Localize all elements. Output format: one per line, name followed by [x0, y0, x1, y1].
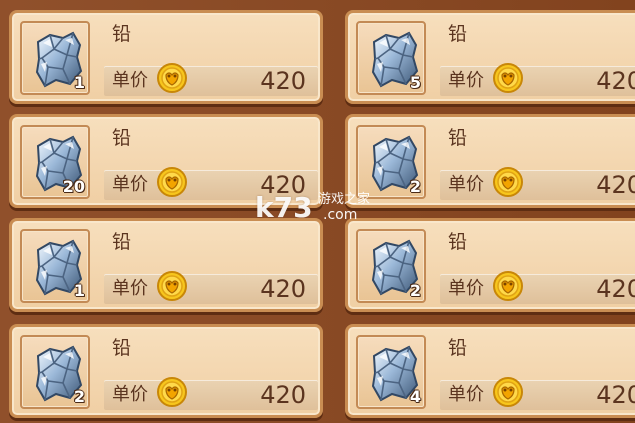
- price-bar: 单价 420: [440, 377, 635, 410]
- item-thumbnail: 2: [356, 125, 426, 199]
- item-quantity: 1: [73, 281, 85, 300]
- unit-price-value: 420: [260, 67, 306, 95]
- unit-price-label: 单价: [448, 174, 484, 195]
- unit-price-value: 420: [596, 275, 635, 303]
- unit-price-label: 单价: [112, 384, 148, 405]
- gold-coin-icon: [157, 167, 187, 197]
- item-thumbnail: 20: [20, 125, 90, 199]
- price-bar: 单价 420: [440, 271, 635, 304]
- item-quantity: 20: [62, 177, 85, 196]
- shop-item-card[interactable]: 1 铅 单价 420: [9, 10, 323, 104]
- shop-item-card[interactable]: 1 铅 单价 420: [9, 218, 323, 312]
- item-name: 铅: [448, 23, 468, 45]
- unit-price-label: 单价: [448, 384, 484, 405]
- shop-item-card[interactable]: 5 铅 单价 420: [345, 10, 635, 104]
- item-name: 铅: [112, 337, 132, 359]
- unit-price-value: 420: [260, 171, 306, 199]
- price-bar: 单价 420: [440, 167, 635, 200]
- gold-coin-icon: [493, 63, 523, 93]
- unit-price-label: 单价: [112, 70, 148, 91]
- unit-price-label: 单价: [112, 278, 148, 299]
- item-quantity: 2: [409, 177, 421, 196]
- item-name: 铅: [448, 127, 468, 149]
- shop-item-card[interactable]: 4 铅 单价 420: [345, 324, 635, 418]
- price-bar: 单价 420: [104, 271, 318, 304]
- unit-price-label: 单价: [448, 70, 484, 91]
- item-thumbnail: 5: [356, 21, 426, 95]
- price-bar: 单价 420: [104, 377, 318, 410]
- unit-price-value: 420: [596, 67, 635, 95]
- gold-coin-icon: [157, 377, 187, 407]
- item-quantity: 2: [409, 281, 421, 300]
- shop-item-card[interactable]: 20 铅 单价 420: [9, 114, 323, 208]
- unit-price-label: 单价: [448, 278, 484, 299]
- unit-price-value: 420: [596, 381, 635, 409]
- item-name: 铅: [112, 231, 132, 253]
- item-thumbnail: 2: [356, 229, 426, 303]
- price-bar: 单价 420: [104, 63, 318, 96]
- item-thumbnail: 1: [20, 21, 90, 95]
- unit-price-value: 420: [596, 171, 635, 199]
- item-name: 铅: [112, 23, 132, 45]
- price-bar: 单价 420: [104, 167, 318, 200]
- shop-item-card[interactable]: 2 铅 单价 420: [9, 324, 323, 418]
- item-quantity: 5: [409, 73, 421, 92]
- unit-price-value: 420: [260, 381, 306, 409]
- item-quantity: 4: [409, 387, 421, 406]
- unit-price-value: 420: [260, 275, 306, 303]
- item-thumbnail: 1: [20, 229, 90, 303]
- shop-item-card[interactable]: 2 铅 单价 420: [345, 218, 635, 312]
- shop-item-card[interactable]: 2 铅 单价 420: [345, 114, 635, 208]
- unit-price-label: 单价: [112, 174, 148, 195]
- item-quantity: 1: [73, 73, 85, 92]
- item-thumbnail: 2: [20, 335, 90, 409]
- gold-coin-icon: [493, 271, 523, 301]
- price-bar: 单价 420: [440, 63, 635, 96]
- gold-coin-icon: [157, 271, 187, 301]
- item-thumbnail: 4: [356, 335, 426, 409]
- gold-coin-icon: [493, 167, 523, 197]
- item-name: 铅: [112, 127, 132, 149]
- item-grid: 1 铅 单价 420 5 铅 单价 420 20 铅 单价 420 2 铅 单价…: [0, 0, 635, 423]
- gold-coin-icon: [493, 377, 523, 407]
- gold-coin-icon: [157, 63, 187, 93]
- item-name: 铅: [448, 337, 468, 359]
- item-quantity: 2: [73, 387, 85, 406]
- item-name: 铅: [448, 231, 468, 253]
